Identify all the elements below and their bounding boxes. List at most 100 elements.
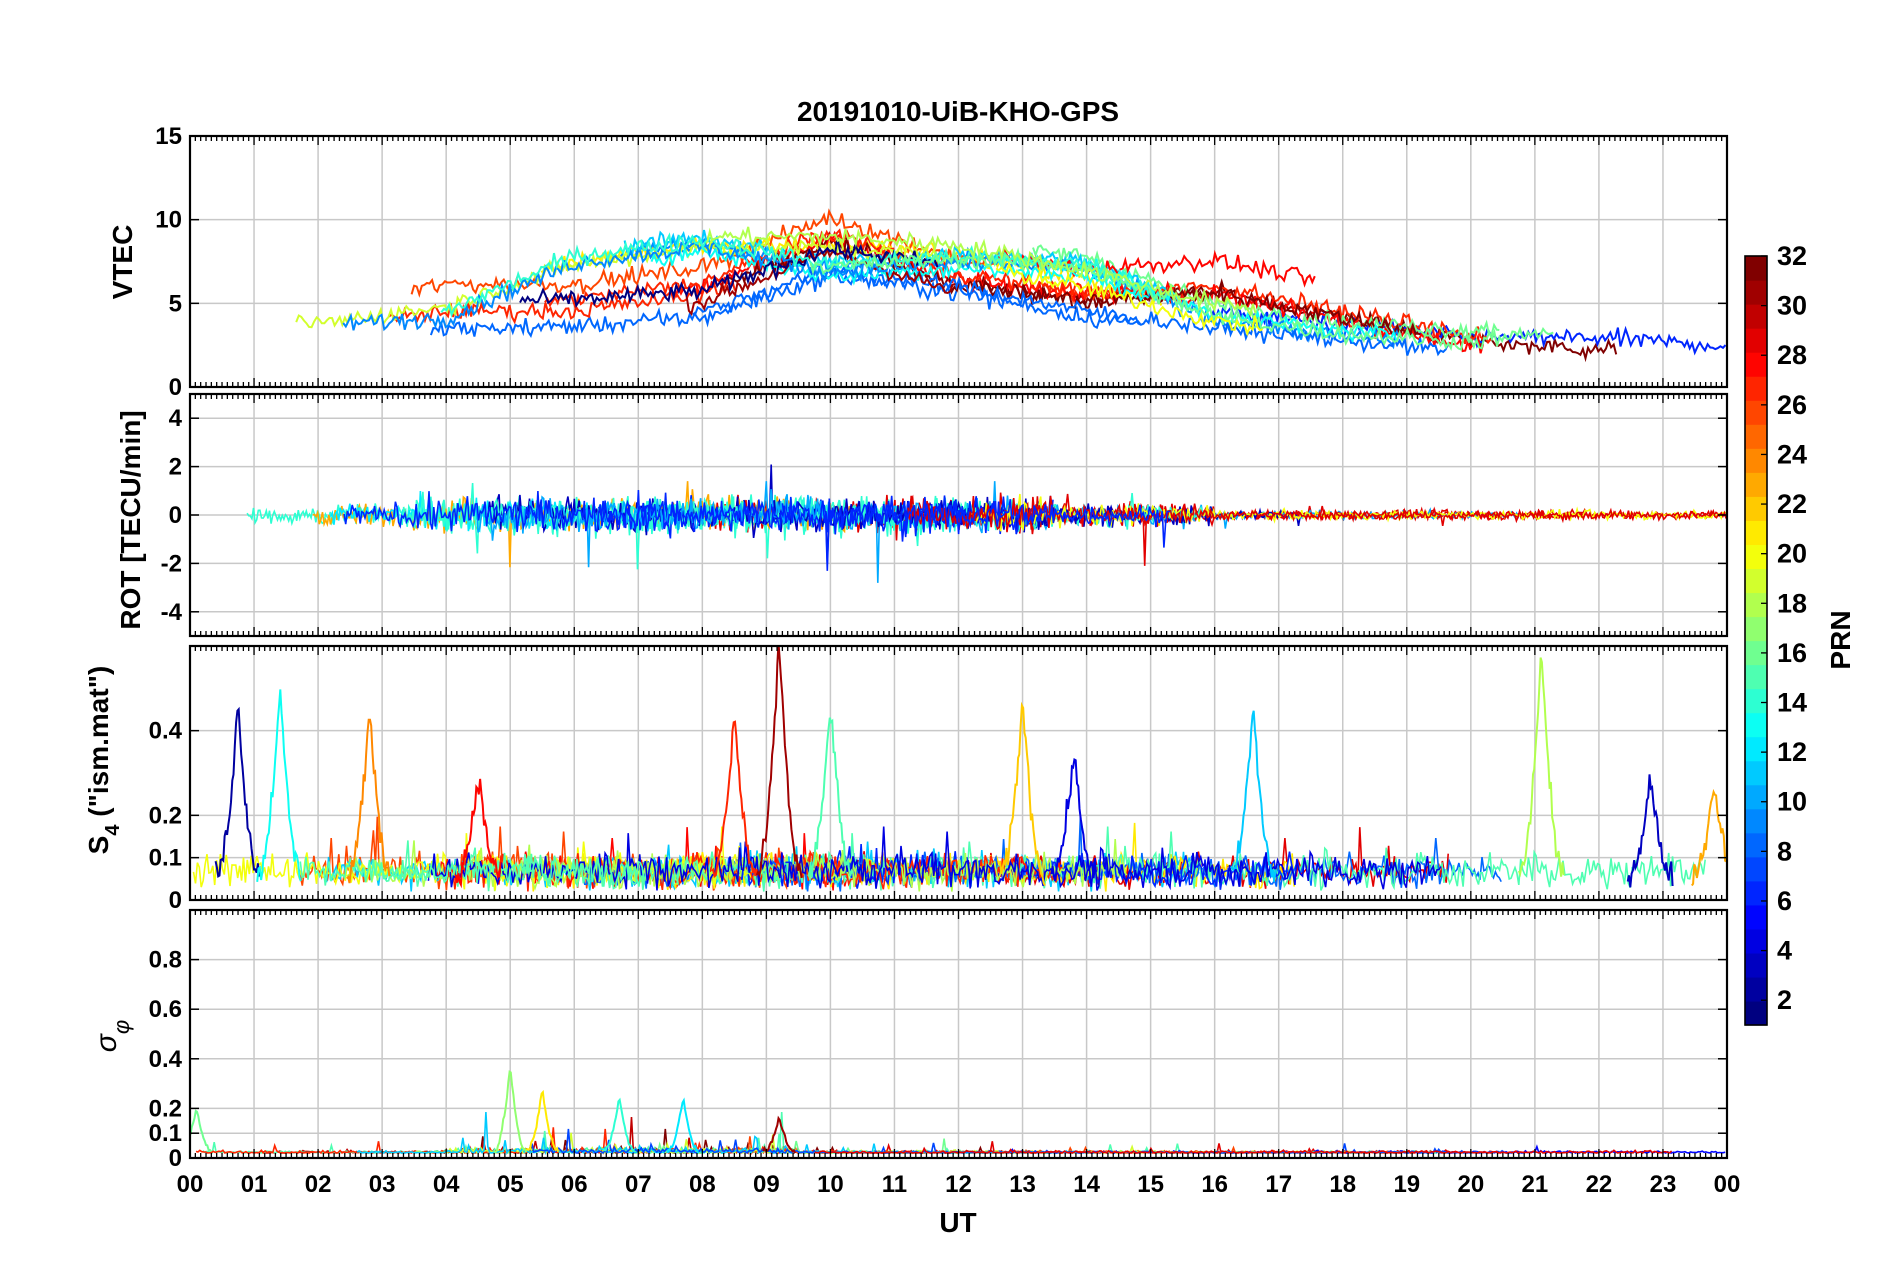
x-tick-label: 09: [753, 1171, 780, 1198]
colorbar-swatch: [1745, 304, 1767, 329]
colorbar-swatch: [1745, 496, 1767, 521]
x-tick-label: 20: [1457, 1171, 1484, 1198]
colorbar-swatch: [1745, 736, 1767, 762]
y-tick-label: 0: [169, 1145, 182, 1172]
x-tick-label: 16: [1201, 1171, 1228, 1198]
colorbar-swatch: [1745, 1000, 1767, 1026]
colorbar-tick-label: 10: [1777, 787, 1807, 817]
rot-panel: -4 -2 0 2 4: [161, 392, 1729, 638]
vtec-panel: 0 5 10 15: [155, 123, 1729, 401]
colorbar-swatch: [1745, 520, 1767, 545]
colorbar-tick-label: 20: [1777, 539, 1807, 569]
colorbar-swatch: [1745, 928, 1767, 954]
x-tick-label: 14: [1073, 1171, 1100, 1198]
y-tick-label: 0: [169, 502, 182, 529]
x-tick-label: 17: [1265, 1171, 1292, 1198]
colorbar-tick-label: 22: [1777, 489, 1807, 519]
x-tick-label: 00: [1714, 1171, 1741, 1198]
x-tick-label: 03: [369, 1171, 396, 1198]
colorbar-swatch: [1745, 976, 1767, 1002]
colorbar-tick-label: 12: [1777, 737, 1807, 767]
colorbar-swatch: [1745, 376, 1767, 401]
colorbar-swatch: [1745, 784, 1767, 810]
colorbar-swatch: [1745, 472, 1767, 497]
x-tick-label: 01: [241, 1171, 268, 1198]
y-tick-label: 5: [169, 290, 182, 317]
colorbar-swatch: [1745, 688, 1767, 714]
colorbar-swatch: [1745, 400, 1767, 425]
x-tick-label: 06: [561, 1171, 588, 1198]
colorbar-swatch: [1745, 544, 1767, 570]
x-axis-label: UT: [939, 1207, 976, 1238]
s4-panel: 0 0.1 0.2 0.4: [149, 644, 1729, 914]
colorbar-swatch: [1745, 832, 1767, 858]
colorbar-tick-label: 4: [1777, 936, 1792, 966]
x-tick-label: 15: [1137, 1171, 1164, 1198]
colorbar-swatch: [1745, 880, 1767, 906]
y-tick-label: 0.2: [149, 802, 182, 829]
colorbar-swatch: [1745, 256, 1767, 281]
colorbar-swatch: [1745, 280, 1767, 305]
y-tick-label: -2: [161, 550, 182, 577]
colorbar-swatch: [1745, 664, 1767, 690]
colorbar-tick-label: 16: [1777, 638, 1807, 668]
colorbar-tick-label: 8: [1777, 836, 1792, 866]
colorbar-swatch: [1745, 592, 1767, 618]
x-tick-label: 08: [689, 1171, 716, 1198]
colorbar-swatch: [1745, 448, 1767, 473]
colorbar-swatch: [1745, 904, 1767, 930]
sigma-phi-axis-label: σφ: [90, 1020, 134, 1052]
y-tick-label: 0.2: [149, 1095, 182, 1122]
x-tick-label: 00: [177, 1171, 204, 1198]
x-tick-label: 02: [305, 1171, 332, 1198]
colorbar-tick-label: 28: [1777, 340, 1807, 370]
vtec-axis-label: VTEC: [107, 225, 138, 300]
y-tick-label: 0: [169, 887, 182, 914]
x-tick-label: 05: [497, 1171, 524, 1198]
colorbar-tick-label: 24: [1777, 439, 1807, 469]
colorbar: 2468101214161820222426283032: [1744, 241, 1807, 1026]
y-tick-label: 0: [169, 374, 182, 401]
y-tick-label: 4: [169, 405, 183, 432]
colorbar-tick-label: 30: [1777, 291, 1807, 321]
y-tick-label: 10: [155, 207, 182, 234]
y-tick-label: 0.8: [149, 947, 182, 974]
colorbar-swatch: [1745, 856, 1767, 882]
y-tick-label: -4: [161, 599, 183, 626]
chart-title: 20191010-UiB-KHO-GPS: [797, 96, 1119, 127]
rot-axis-label: ROT [TECU/min]: [115, 410, 146, 629]
x-tick-label: 22: [1586, 1171, 1613, 1198]
x-tick-label: 18: [1329, 1171, 1356, 1198]
x-tick-label: 12: [945, 1171, 972, 1198]
x-tick-label: 19: [1393, 1171, 1420, 1198]
y-tick-label: 15: [155, 123, 182, 150]
x-tick-label: 21: [1522, 1171, 1549, 1198]
y-tick-label: 0.1: [149, 845, 182, 872]
s4-axis-label: S4 ("ism.mat"): [83, 666, 124, 855]
sigma-phi-panel: 00.10.2 0.4 0.6 0.8: [149, 908, 1729, 1172]
x-tick-label: 11: [882, 1171, 907, 1198]
colorbar-swatch: [1745, 616, 1767, 642]
colorbar-tick-label: 18: [1777, 588, 1807, 618]
colorbar-swatch: [1745, 952, 1767, 978]
y-tick-label: 0.1: [149, 1120, 182, 1147]
colorbar-swatch: [1745, 760, 1767, 786]
colorbar-swatch: [1745, 424, 1767, 449]
x-tick-labels: 00 01 02 03 04 05 06 07 08 09 10 11 12 13 14 15 16 17 18 19…: [177, 1171, 1741, 1198]
y-tick-label: 2: [169, 454, 182, 481]
y-tick-label: 0.4: [149, 1046, 183, 1073]
colorbar-swatch: [1745, 808, 1767, 834]
figure: 20191010-UiB-KHO-GPS 051015 -4-2024 00.1…: [83, 96, 1856, 1238]
y-tick-label: 0.6: [149, 996, 182, 1023]
colorbar-tick-label: 2: [1777, 985, 1792, 1015]
colorbar-swatch: [1745, 712, 1767, 738]
x-tick-label: 07: [625, 1171, 652, 1198]
colorbar-tick-label: 26: [1777, 390, 1807, 420]
colorbar-swatch: [1745, 568, 1767, 594]
y-tick-label: 0.4: [149, 718, 183, 745]
x-tick-label: 04: [433, 1171, 460, 1198]
colorbar-tick-label: 32: [1777, 241, 1807, 271]
x-tick-label: 10: [817, 1171, 844, 1198]
x-tick-label: 23: [1650, 1171, 1677, 1198]
colorbar-tick-label: 6: [1777, 886, 1792, 916]
